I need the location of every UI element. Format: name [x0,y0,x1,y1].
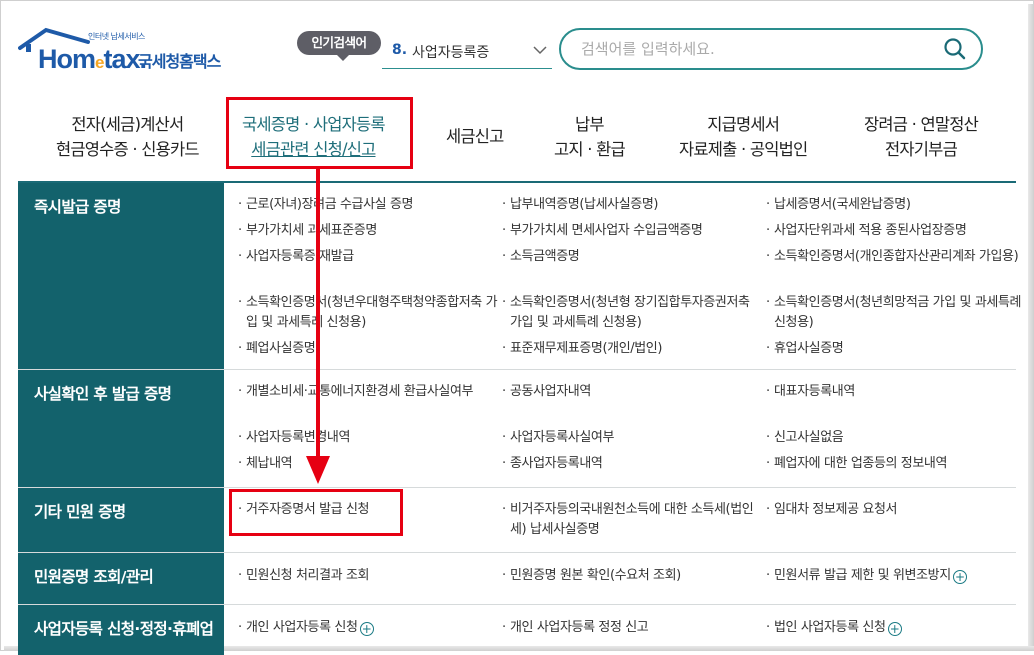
red-arrow-annotation [306,168,330,484]
